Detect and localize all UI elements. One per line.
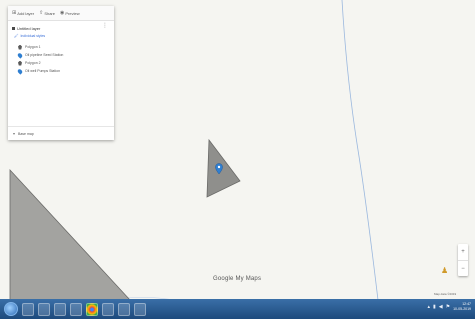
taskbar-clock[interactable]: 12:47 10-05-2019: [453, 302, 471, 311]
preview-button[interactable]: ◉ Preview: [60, 10, 80, 16]
preview-icon: ◉: [60, 10, 65, 16]
list-item-label: Oil well Pumps Station: [25, 69, 61, 73]
system-tray: ▴ ▮ ◀ ⚑ 12:47 10-05-2019: [427, 302, 471, 311]
tray-arrow-icon[interactable]: ▴: [427, 304, 430, 310]
layer-visibility-checkbox[interactable]: [12, 27, 15, 30]
taskbar-media-icon[interactable]: [54, 302, 66, 316]
layer-items: Polygon 1 Oil pipeline Seed Station Poly…: [12, 43, 110, 75]
google-wordmark: Google: [213, 276, 234, 282]
layer-header[interactable]: Untitled layer: [12, 25, 110, 32]
share-button[interactable]: ⇧ Share: [39, 10, 55, 16]
add-layer-icon: ⊞: [12, 10, 17, 16]
list-item-label: Polygon 2: [25, 61, 41, 65]
pin-icon: [16, 51, 24, 59]
google-my-maps-logo: Google My Maps: [213, 276, 261, 282]
taskbar-app4-icon[interactable]: [134, 302, 146, 316]
add-layer-label: Add layer: [17, 10, 35, 16]
clock-date: 10-05-2019: [453, 306, 471, 311]
windows-taskbar: ▴ ▮ ◀ ⚑ 12:47 10-05-2019: [0, 299, 475, 319]
layer-title[interactable]: Untitled layer: [17, 26, 40, 31]
list-item-seed-station[interactable]: Oil pipeline Seed Station: [12, 51, 110, 59]
list-item-label: Oil pipeline Seed Station: [25, 53, 64, 57]
taskbar-chrome-icon[interactable]: [86, 302, 98, 316]
add-layer-button[interactable]: ⊞ Add layer: [12, 10, 34, 16]
taskbar-explorer-icon[interactable]: [22, 302, 34, 316]
map-attribution[interactable]: Map data ©2019: [434, 292, 456, 296]
polygon-2[interactable]: [206, 138, 241, 198]
more-vert-icon[interactable]: ⋮: [102, 23, 108, 29]
polygon-1[interactable]: [9, 168, 131, 300]
list-item-label: Polygon 1: [25, 45, 41, 49]
screen: ⊞ Add layer ⇧ Share ◉ Preview Untitled l…: [0, 0, 475, 319]
taskbar-app3-icon[interactable]: [118, 302, 130, 316]
river-line: [341, 0, 379, 300]
individual-styles-link[interactable]: 🖌 Individual styles: [12, 32, 110, 39]
list-item-polygon-1[interactable]: Polygon 1: [12, 43, 110, 51]
list-item-pumps-station[interactable]: Oil well Pumps Station: [12, 67, 110, 75]
paint-roller-icon: 🖌: [14, 33, 19, 38]
share-icon: ⇧: [39, 10, 44, 16]
polygon-icon: [18, 44, 22, 50]
polygon-icon: [18, 60, 22, 66]
taskbar-app2-icon[interactable]: [102, 302, 114, 316]
network-icon[interactable]: ▮: [433, 304, 436, 310]
preview-label: Preview: [65, 10, 80, 16]
layer-section: Untitled layer ⋮ 🖌 Individual styles Pol…: [8, 21, 114, 75]
chevron-down-icon: ▾: [13, 131, 16, 136]
panel-toolbar: ⊞ Add layer ⇧ Share ◉ Preview: [8, 6, 114, 21]
volume-icon[interactable]: ◀: [439, 304, 443, 310]
base-map-toggle[interactable]: ▾ Base map: [8, 126, 114, 140]
flag-icon[interactable]: ⚑: [446, 304, 450, 310]
base-map-label: Base map: [18, 131, 34, 136]
zoom-out-button[interactable]: −: [458, 260, 468, 276]
zoom-control: + −: [458, 244, 468, 276]
start-button[interactable]: [4, 302, 18, 316]
zoom-in-button[interactable]: +: [458, 244, 468, 260]
pin-icon: [16, 67, 24, 75]
my-maps-wordmark: My Maps: [235, 276, 262, 282]
taskbar-folder-icon[interactable]: [38, 302, 50, 316]
taskbar-app-icon[interactable]: [70, 302, 82, 316]
share-label: Share: [44, 10, 55, 16]
street-view-pegman-icon[interactable]: ♟: [441, 266, 448, 275]
layers-panel: ⊞ Add layer ⇧ Share ◉ Preview Untitled l…: [8, 6, 114, 140]
list-item-polygon-2[interactable]: Polygon 2: [12, 59, 110, 67]
style-label: Individual styles: [20, 33, 46, 38]
